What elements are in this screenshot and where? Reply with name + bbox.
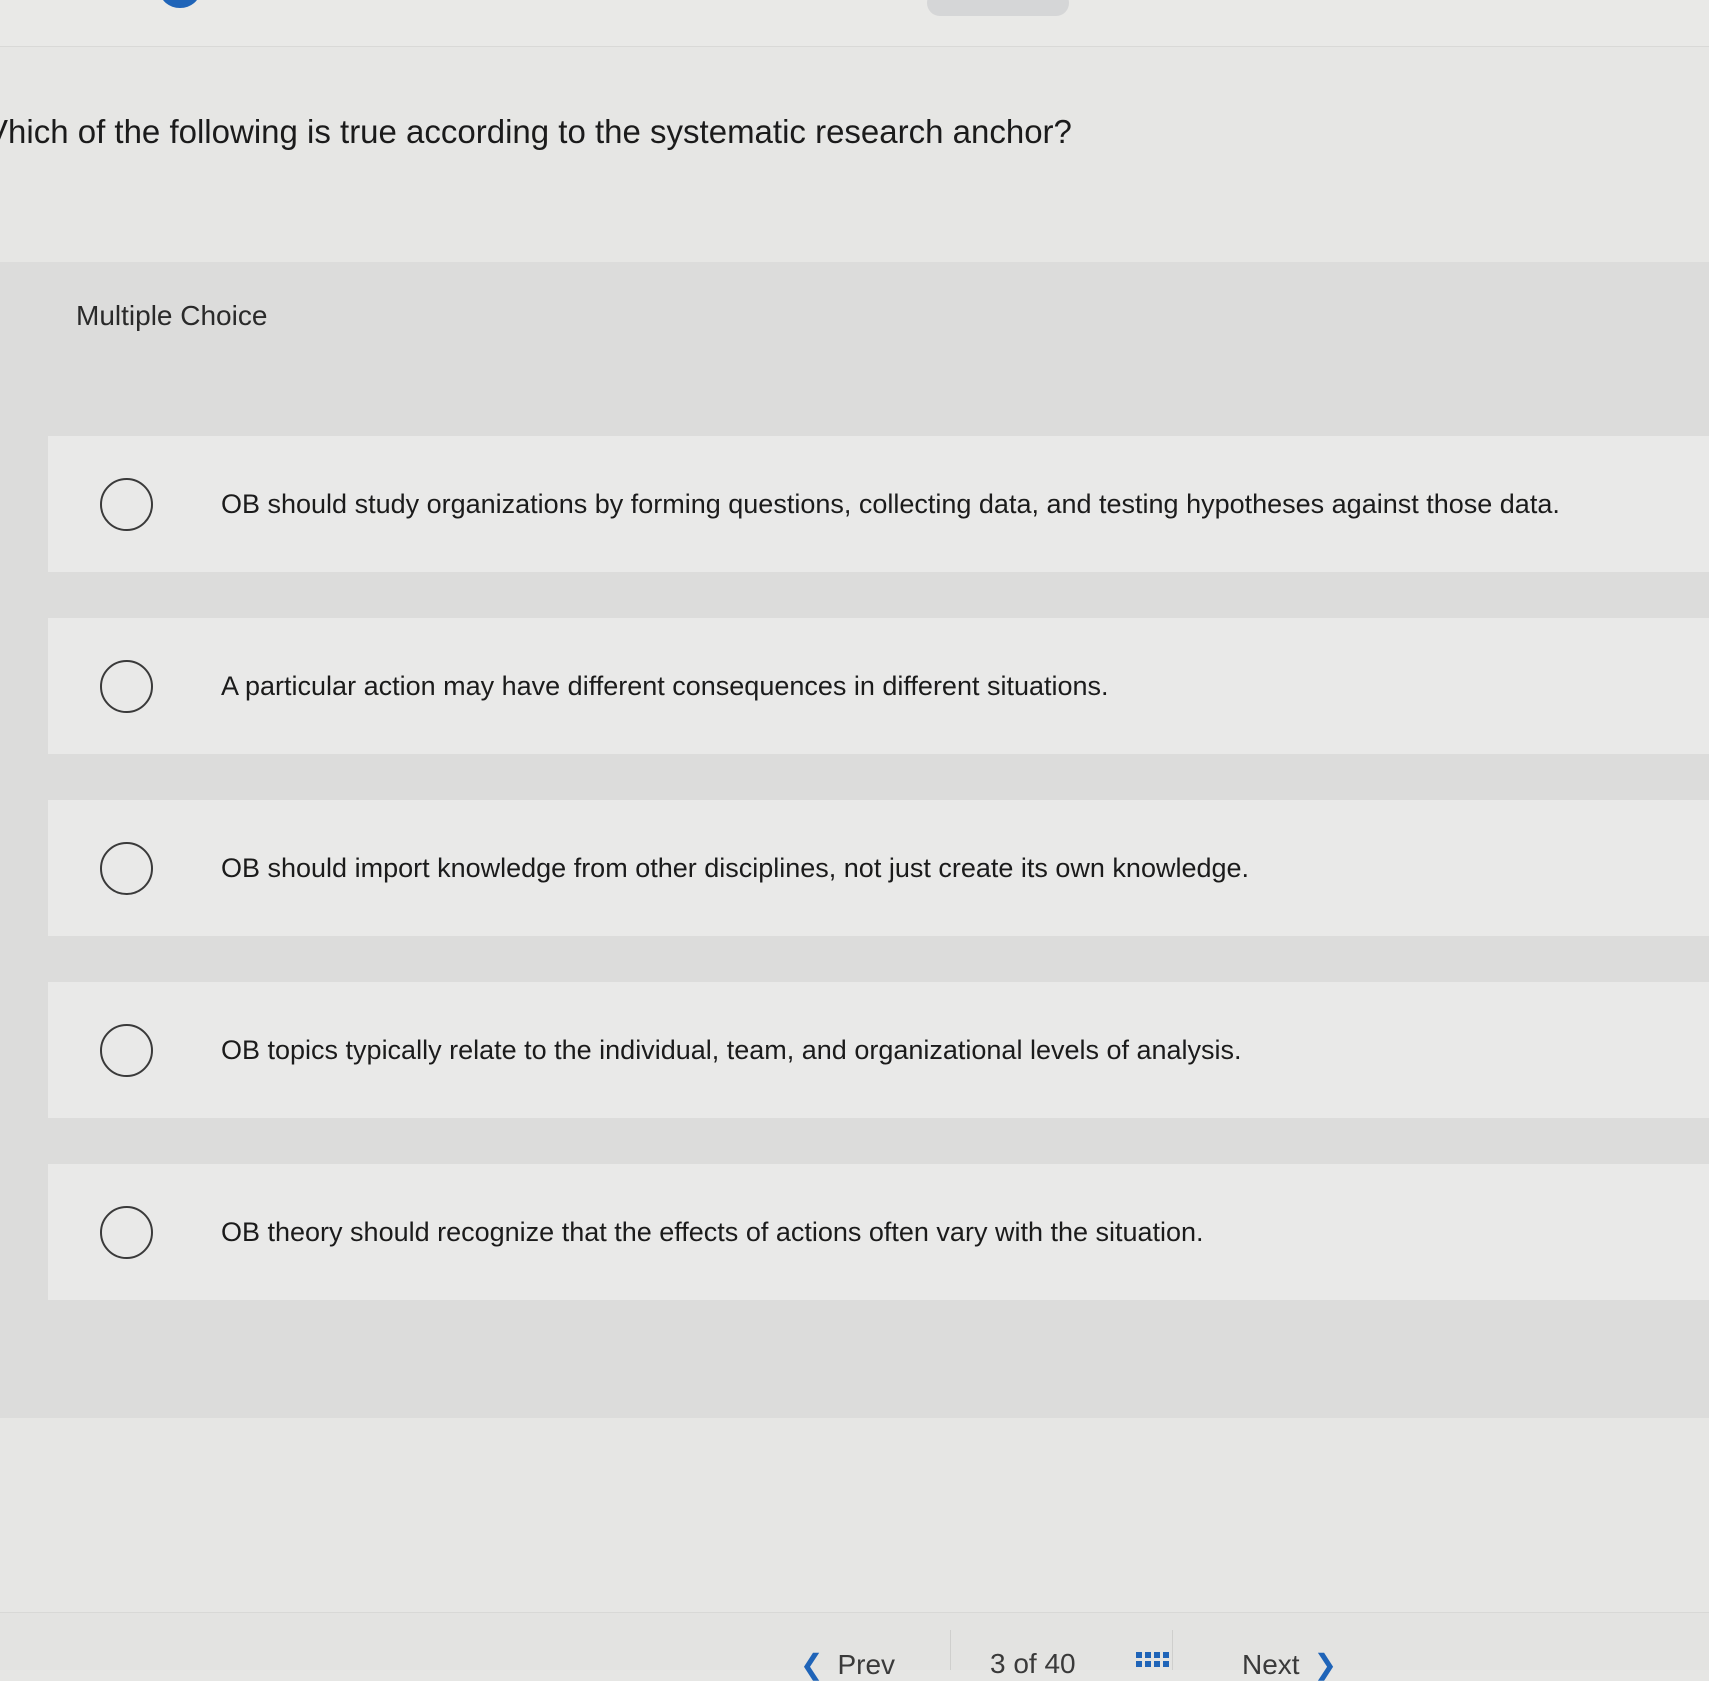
- radio-circle-icon[interactable]: [100, 841, 153, 895]
- choice-option[interactable]: OB should import knowledge from other di…: [48, 800, 1709, 936]
- footer-separator: [1172, 1630, 1173, 1670]
- choice-option[interactable]: OB should study organizations by forming…: [48, 436, 1709, 572]
- radio-circle-icon[interactable]: [100, 477, 153, 531]
- radio-circle-icon[interactable]: [100, 1205, 153, 1259]
- choice-option[interactable]: OB topics typically relate to the indivi…: [48, 982, 1709, 1118]
- prev-button[interactable]: ❮ Prev: [800, 1648, 895, 1681]
- choice-list: OB should study organizations by forming…: [48, 436, 1709, 1346]
- next-button[interactable]: Next ❯: [1242, 1648, 1337, 1681]
- choice-text[interactable]: OB should study organizations by forming…: [221, 485, 1560, 523]
- progress-indicator-icon: [160, 0, 200, 8]
- prev-label: Prev: [837, 1649, 896, 1680]
- choice-option[interactable]: OB theory should recognize that the effe…: [48, 1164, 1709, 1300]
- chevron-left-icon: ❮: [800, 1649, 824, 1680]
- chevron-right-icon: ❯: [1313, 1649, 1338, 1680]
- radio-circle-icon[interactable]: [100, 1023, 153, 1077]
- next-label: Next: [1242, 1649, 1300, 1680]
- top-bar: [0, 0, 1709, 47]
- question-grid-icon[interactable]: [1136, 1652, 1170, 1672]
- top-pill-button[interactable]: [927, 0, 1069, 16]
- choice-text[interactable]: OB theory should recognize that the effe…: [221, 1213, 1204, 1251]
- choice-option[interactable]: A particular action may have different c…: [48, 618, 1709, 754]
- choice-text[interactable]: OB topics typically relate to the indivi…: [221, 1031, 1242, 1069]
- choice-text[interactable]: A particular action may have different c…: [221, 667, 1109, 705]
- page-indicator: 3 of 40: [990, 1648, 1076, 1679]
- choice-text[interactable]: OB should import knowledge from other di…: [221, 849, 1249, 887]
- radio-circle-icon[interactable]: [100, 659, 153, 713]
- question-type-label: Multiple Choice: [76, 300, 268, 331]
- footer-separator: [950, 1630, 951, 1670]
- question-text: Vhich of the following is true according…: [0, 113, 1072, 150]
